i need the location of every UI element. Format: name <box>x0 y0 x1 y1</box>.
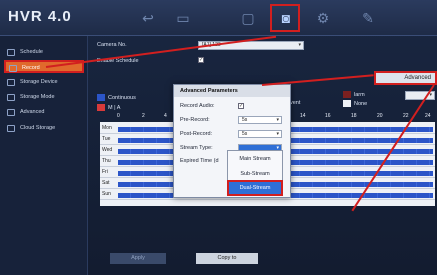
hour-tick: 4 <box>164 113 167 119</box>
sidebar-item-storage-device[interactable]: Storage Device <box>4 76 84 89</box>
post-record-label: Post-Record: <box>180 131 213 137</box>
sidebar-item-advanced[interactable]: Advanced <box>4 106 84 119</box>
folder-icon[interactable]: ▢ <box>238 8 258 28</box>
apply-button[interactable]: Apply <box>110 253 166 264</box>
record-icon <box>9 65 17 72</box>
sidebar: Schedule Record Storage Device Storage M… <box>0 36 88 275</box>
mode-icon <box>7 94 15 101</box>
enable-schedule-checkbox[interactable]: ✓ <box>198 57 204 63</box>
dropdown-option-sub-stream[interactable]: Sub-Stream <box>228 167 282 181</box>
device-icon <box>7 79 15 86</box>
edit-select[interactable]: ▾ <box>405 91 435 100</box>
chevron-down-icon: ▾ <box>276 131 279 137</box>
legend-continuous-swatch <box>97 94 105 101</box>
hour-tick: 2 <box>142 113 145 119</box>
playback-icon[interactable]: ▭ <box>173 8 193 28</box>
sidebar-item-storage-mode[interactable]: Storage Mode <box>4 91 84 104</box>
app-title: HVR 4.0 <box>8 8 72 25</box>
hour-tick: 16 <box>325 113 331 119</box>
legend-none-swatch <box>343 100 351 107</box>
chevron-down-icon: ▾ <box>298 42 301 48</box>
edit-icon[interactable]: ✎ <box>358 8 378 28</box>
dropdown-option-dual-stream[interactable]: Dual-Stream <box>227 180 283 196</box>
stream-type-dropdown: Main Stream Sub-Stream Dual-Stream <box>227 150 283 196</box>
sidebar-item-schedule[interactable]: Schedule <box>4 46 84 59</box>
legend-motion-alarm-swatch <box>97 104 105 111</box>
advanced-icon <box>7 109 15 116</box>
expired-time-label: Expired Time (d <box>180 158 219 164</box>
hour-tick: 14 <box>300 113 306 119</box>
cloud-icon <box>7 125 15 132</box>
legend-continuous: Continuous <box>108 95 136 101</box>
hour-tick: 20 <box>377 113 383 119</box>
hour-tick: 18 <box>351 113 357 119</box>
camera-label: Camera No. <box>97 42 127 48</box>
record-audio-checkbox[interactable]: ✓ <box>238 103 244 109</box>
pre-record-select[interactable]: 5s ▾ <box>238 116 282 124</box>
chevron-down-icon: ▾ <box>276 117 279 123</box>
storage-highlight <box>270 4 300 32</box>
legend-alarm-swatch <box>343 91 351 98</box>
back-icon[interactable]: ↩ <box>138 8 158 28</box>
legend-alarm: larm <box>354 92 365 98</box>
dvr-screen: HVR 4.0 ↩ ▭ ▢ ◙ ⚙ ✎ Schedule Record Stor… <box>0 0 437 275</box>
copy-to-button[interactable]: Copy to <box>196 253 258 264</box>
post-record-select[interactable]: 5s ▾ <box>238 130 282 138</box>
legend-event: vent <box>290 100 301 106</box>
record-audio-label: Record Audio: <box>180 103 215 109</box>
top-bar: HVR 4.0 ↩ ▭ ▢ ◙ ⚙ ✎ <box>0 0 437 36</box>
hour-tick: 22 <box>403 113 409 119</box>
annotation-arrow <box>261 74 374 86</box>
sidebar-item-cloud-storage[interactable]: Cloud Storage <box>4 122 84 135</box>
settings-icon[interactable]: ⚙ <box>313 8 333 28</box>
dropdown-option-main-stream[interactable]: Main Stream <box>228 152 282 166</box>
hour-tick: 0 <box>117 113 120 119</box>
legend-none: None <box>354 101 368 107</box>
stream-type-label: Stream Type: <box>180 145 213 151</box>
legend-motion-alarm: M | A <box>108 105 121 111</box>
advanced-button[interactable]: Advanced <box>374 71 437 85</box>
hour-tick: 24 <box>425 113 431 119</box>
dialog-title: Advanced Parameters <box>174 85 290 97</box>
calendar-icon <box>7 49 15 56</box>
pre-record-label: Pre-Record: <box>180 117 210 123</box>
